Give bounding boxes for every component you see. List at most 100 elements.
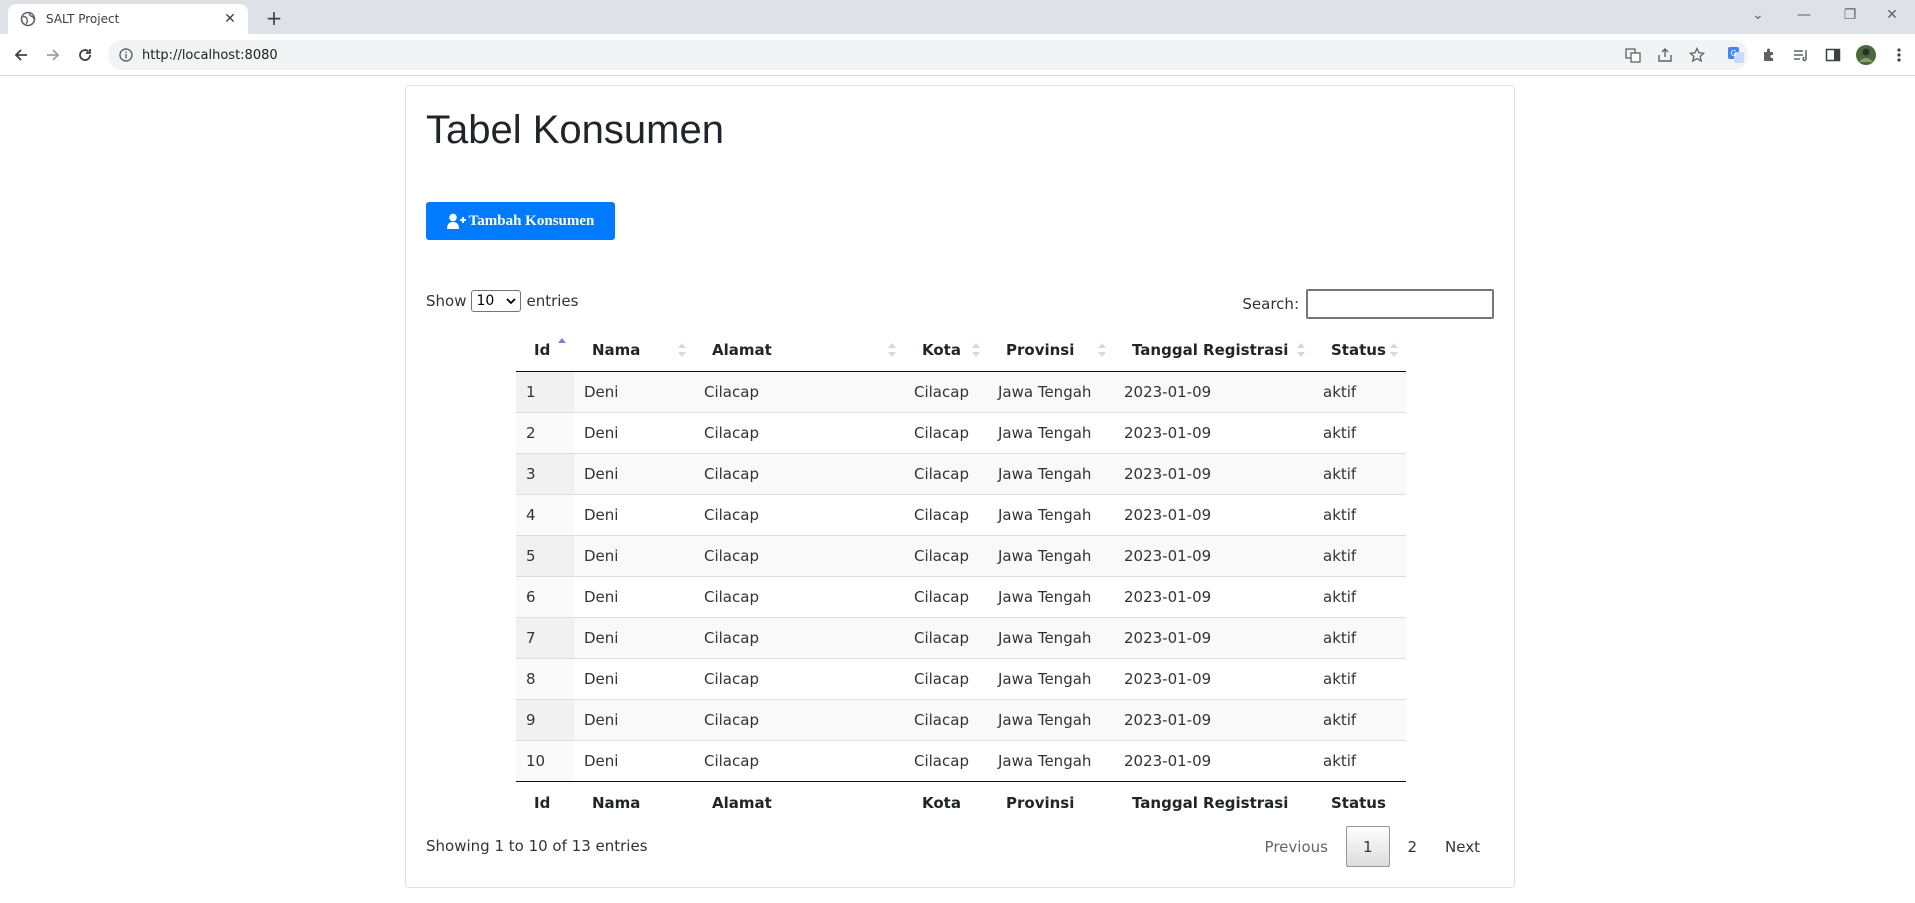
- forward-icon[interactable]: [41, 43, 65, 67]
- cell-status: aktif: [1313, 371, 1406, 412]
- table-row[interactable]: 9 Deni Cilacap Cilacap Jawa Tengah 2023-01-09…: [516, 698, 1406, 740]
- cell-tanggal-registrasi: 2023-01-09: [1114, 698, 1313, 740]
- cell-nama: Deni: [574, 575, 694, 617]
- cell-provinsi: Jawa Tengah: [988, 575, 1114, 617]
- user-plus-icon: [446, 212, 467, 230]
- cell-status: aktif: [1313, 657, 1406, 699]
- column-header-label: Id: [534, 341, 551, 360]
- table-info: Showing 1 to 10 of 13 entries: [426, 837, 648, 855]
- column-footer-status: Status: [1313, 780, 1406, 824]
- column-header-label: Status: [1331, 341, 1386, 360]
- cell-provinsi: Jawa Tengah: [988, 371, 1114, 412]
- column-header-id[interactable]: Id: [516, 330, 574, 372]
- page-length-control: Show 10 entries: [426, 290, 578, 312]
- next-page-button[interactable]: Next: [1431, 826, 1494, 867]
- new-tab-icon[interactable]: +: [262, 6, 286, 30]
- table-row[interactable]: 6 Deni Cilacap Cilacap Jawa Tengah 2023-01-09…: [516, 575, 1406, 617]
- share-icon[interactable]: [1655, 45, 1675, 65]
- browser-menu-icon[interactable]: [1889, 45, 1909, 65]
- column-header-label: Nama: [592, 341, 641, 360]
- column-header-label: Provinsi: [1006, 341, 1075, 360]
- cell-id: 8: [516, 657, 574, 699]
- table-row[interactable]: 1 Deni Cilacap Cilacap Jawa Tengah 2023-01-09…: [516, 371, 1406, 412]
- address-bar[interactable]: http://localhost:8080: [108, 40, 1748, 70]
- cell-id: 2: [516, 411, 574, 453]
- table-header-row: Id Nama Alamat Kota Provinsi Tanggal Registra…: [516, 330, 1406, 372]
- cell-tanggal-registrasi: 2023-01-09: [1114, 371, 1313, 412]
- cell-kota: Cilacap: [904, 371, 988, 412]
- cell-nama: Deni: [574, 371, 694, 412]
- cell-status: aktif: [1313, 575, 1406, 617]
- table-row[interactable]: 3 Deni Cilacap Cilacap Jawa Tengah 2023-01-09…: [516, 452, 1406, 494]
- sort-both-icon: [678, 343, 686, 357]
- cell-tanggal-registrasi: 2023-01-09: [1114, 575, 1313, 617]
- minimize-icon[interactable]: —: [1781, 0, 1827, 30]
- column-footer-provinsi: Provinsi: [988, 780, 1114, 824]
- close-tab-icon[interactable]: ✕: [222, 11, 238, 27]
- previous-page-button[interactable]: Previous: [1251, 826, 1342, 867]
- cell-provinsi: Jawa Tengah: [988, 493, 1114, 535]
- table-row[interactable]: 2 Deni Cilacap Cilacap Jawa Tengah 2023-01-09…: [516, 411, 1406, 453]
- restore-icon[interactable]: ❐: [1827, 0, 1873, 30]
- cell-alamat: Cilacap: [694, 698, 904, 740]
- page-button-1[interactable]: 1: [1345, 826, 1390, 867]
- page-length-select[interactable]: 10: [471, 290, 522, 312]
- table-row[interactable]: 7 Deni Cilacap Cilacap Jawa Tengah 2023-01-09…: [516, 616, 1406, 658]
- sort-both-icon: [1297, 343, 1305, 357]
- cell-nama: Deni: [574, 698, 694, 740]
- site-info-icon[interactable]: [118, 47, 134, 63]
- add-consumer-button[interactable]: Tambah Konsumen: [426, 202, 615, 240]
- cell-id: 9: [516, 698, 574, 740]
- column-header-kota[interactable]: Kota: [904, 330, 988, 372]
- column-header-provinsi[interactable]: Provinsi: [988, 330, 1114, 372]
- extensions-puzzle-icon[interactable]: [1759, 45, 1779, 65]
- column-header-status[interactable]: Status: [1313, 330, 1406, 372]
- cell-provinsi: Jawa Tengah: [988, 698, 1114, 740]
- cell-kota: Cilacap: [904, 452, 988, 494]
- cell-id: 10: [516, 739, 574, 781]
- search-label: Search:: [1242, 295, 1299, 313]
- column-header-label: Tanggal Registrasi: [1132, 341, 1289, 360]
- close-window-icon[interactable]: ✕: [1869, 0, 1915, 30]
- translate-icon[interactable]: [1623, 45, 1643, 65]
- pagination: Previous 1 2 Next: [1251, 826, 1494, 867]
- reading-list-icon[interactable]: [1791, 45, 1811, 65]
- cell-status: aktif: [1313, 534, 1406, 576]
- cell-alamat: Cilacap: [694, 739, 904, 781]
- cell-status: aktif: [1313, 493, 1406, 535]
- table-row[interactable]: 4 Deni Cilacap Cilacap Jawa Tengah 2023-01-09…: [516, 493, 1406, 535]
- table-row[interactable]: 10 Deni Cilacap Cilacap Jawa Tengah 2023-01-0…: [516, 739, 1406, 781]
- side-panel-icon[interactable]: [1823, 45, 1843, 65]
- cell-nama: Deni: [574, 411, 694, 453]
- column-header-tanggal-registrasi[interactable]: Tanggal Registrasi: [1114, 330, 1313, 372]
- cell-id: 1: [516, 371, 574, 412]
- browser-tab[interactable]: SALT Project ✕: [8, 4, 248, 34]
- profile-avatar[interactable]: [1854, 43, 1878, 67]
- cell-kota: Cilacap: [904, 411, 988, 453]
- back-icon[interactable]: [9, 43, 33, 67]
- cell-provinsi: Jawa Tengah: [988, 452, 1114, 494]
- cell-alamat: Cilacap: [694, 616, 904, 658]
- column-header-alamat[interactable]: Alamat: [694, 330, 904, 372]
- cell-status: aktif: [1313, 739, 1406, 781]
- url-text: http://localhost:8080: [142, 47, 278, 63]
- cell-tanggal-registrasi: 2023-01-09: [1114, 739, 1313, 781]
- google-translate-extension-icon[interactable]: G: [1726, 45, 1746, 65]
- column-footer-id: Id: [516, 780, 574, 824]
- cell-provinsi: Jawa Tengah: [988, 657, 1114, 699]
- cell-kota: Cilacap: [904, 534, 988, 576]
- bookmark-star-icon[interactable]: [1687, 45, 1707, 65]
- cell-provinsi: Jawa Tengah: [988, 534, 1114, 576]
- table-row[interactable]: 5 Deni Cilacap Cilacap Jawa Tengah 2023-01-09…: [516, 534, 1406, 576]
- cell-kota: Cilacap: [904, 657, 988, 699]
- column-footer-tanggal-registrasi: Tanggal Registrasi: [1114, 780, 1313, 824]
- tab-search-icon[interactable]: ⌄: [1735, 0, 1781, 30]
- cell-id: 6: [516, 575, 574, 617]
- column-header-nama[interactable]: Nama: [574, 330, 694, 372]
- table-row[interactable]: 8 Deni Cilacap Cilacap Jawa Tengah 2023-01-09…: [516, 657, 1406, 699]
- reload-icon[interactable]: [73, 43, 97, 67]
- content-card: Tabel Konsumen Tambah Konsumen Show 10 e…: [405, 85, 1515, 888]
- cell-status: aktif: [1313, 616, 1406, 658]
- search-input[interactable]: [1306, 289, 1494, 319]
- page-button-2[interactable]: 2: [1394, 826, 1432, 867]
